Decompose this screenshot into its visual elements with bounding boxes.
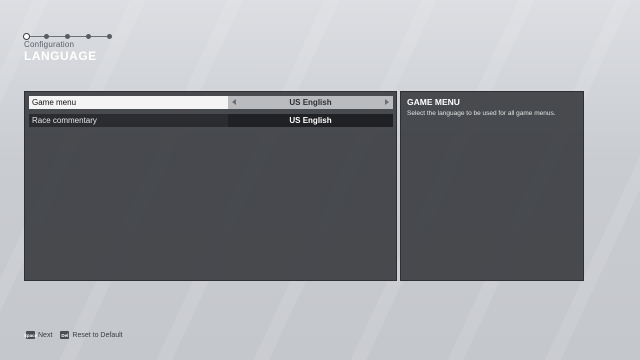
reset-label: Reset to Default	[72, 331, 123, 339]
description-panel: GAME MENU Select the language to be used…	[400, 91, 584, 281]
step-dot	[44, 34, 49, 39]
space-key-icon: Space	[23, 331, 38, 339]
description-title: GAME MENU	[407, 97, 460, 107]
delete-key-icon: Del	[60, 331, 70, 339]
option-value: US English	[289, 98, 332, 107]
option-value: US English	[289, 116, 332, 125]
description-text: Select the language to be used for all g…	[407, 110, 556, 117]
next-button[interactable]: Space Next	[23, 331, 53, 339]
option-label: Game menu	[32, 98, 77, 107]
step-dot	[86, 34, 91, 39]
option-value-selector[interactable]: US English	[228, 114, 393, 127]
next-label: Next	[38, 331, 53, 339]
page-title: LANGUAGE	[24, 49, 97, 63]
arrow-left-icon[interactable]	[232, 99, 236, 105]
arrow-right-icon[interactable]	[385, 99, 389, 105]
option-row-race-commentary[interactable]: Race commentary US English	[29, 114, 393, 127]
reset-to-default-button[interactable]: Del Reset to Default	[60, 331, 123, 339]
footer-hints: Space Next Del Reset to Default	[23, 331, 125, 339]
step-dot-active	[24, 34, 29, 39]
step-dot	[65, 34, 70, 39]
breadcrumb: Configuration	[24, 40, 75, 49]
options-panel: Game menu US English Race commentary US …	[24, 91, 397, 281]
option-row-game-menu[interactable]: Game menu US English	[29, 96, 393, 109]
option-value-selector[interactable]: US English	[228, 96, 393, 109]
step-dot	[107, 34, 112, 39]
option-label: Race commentary	[32, 116, 97, 125]
